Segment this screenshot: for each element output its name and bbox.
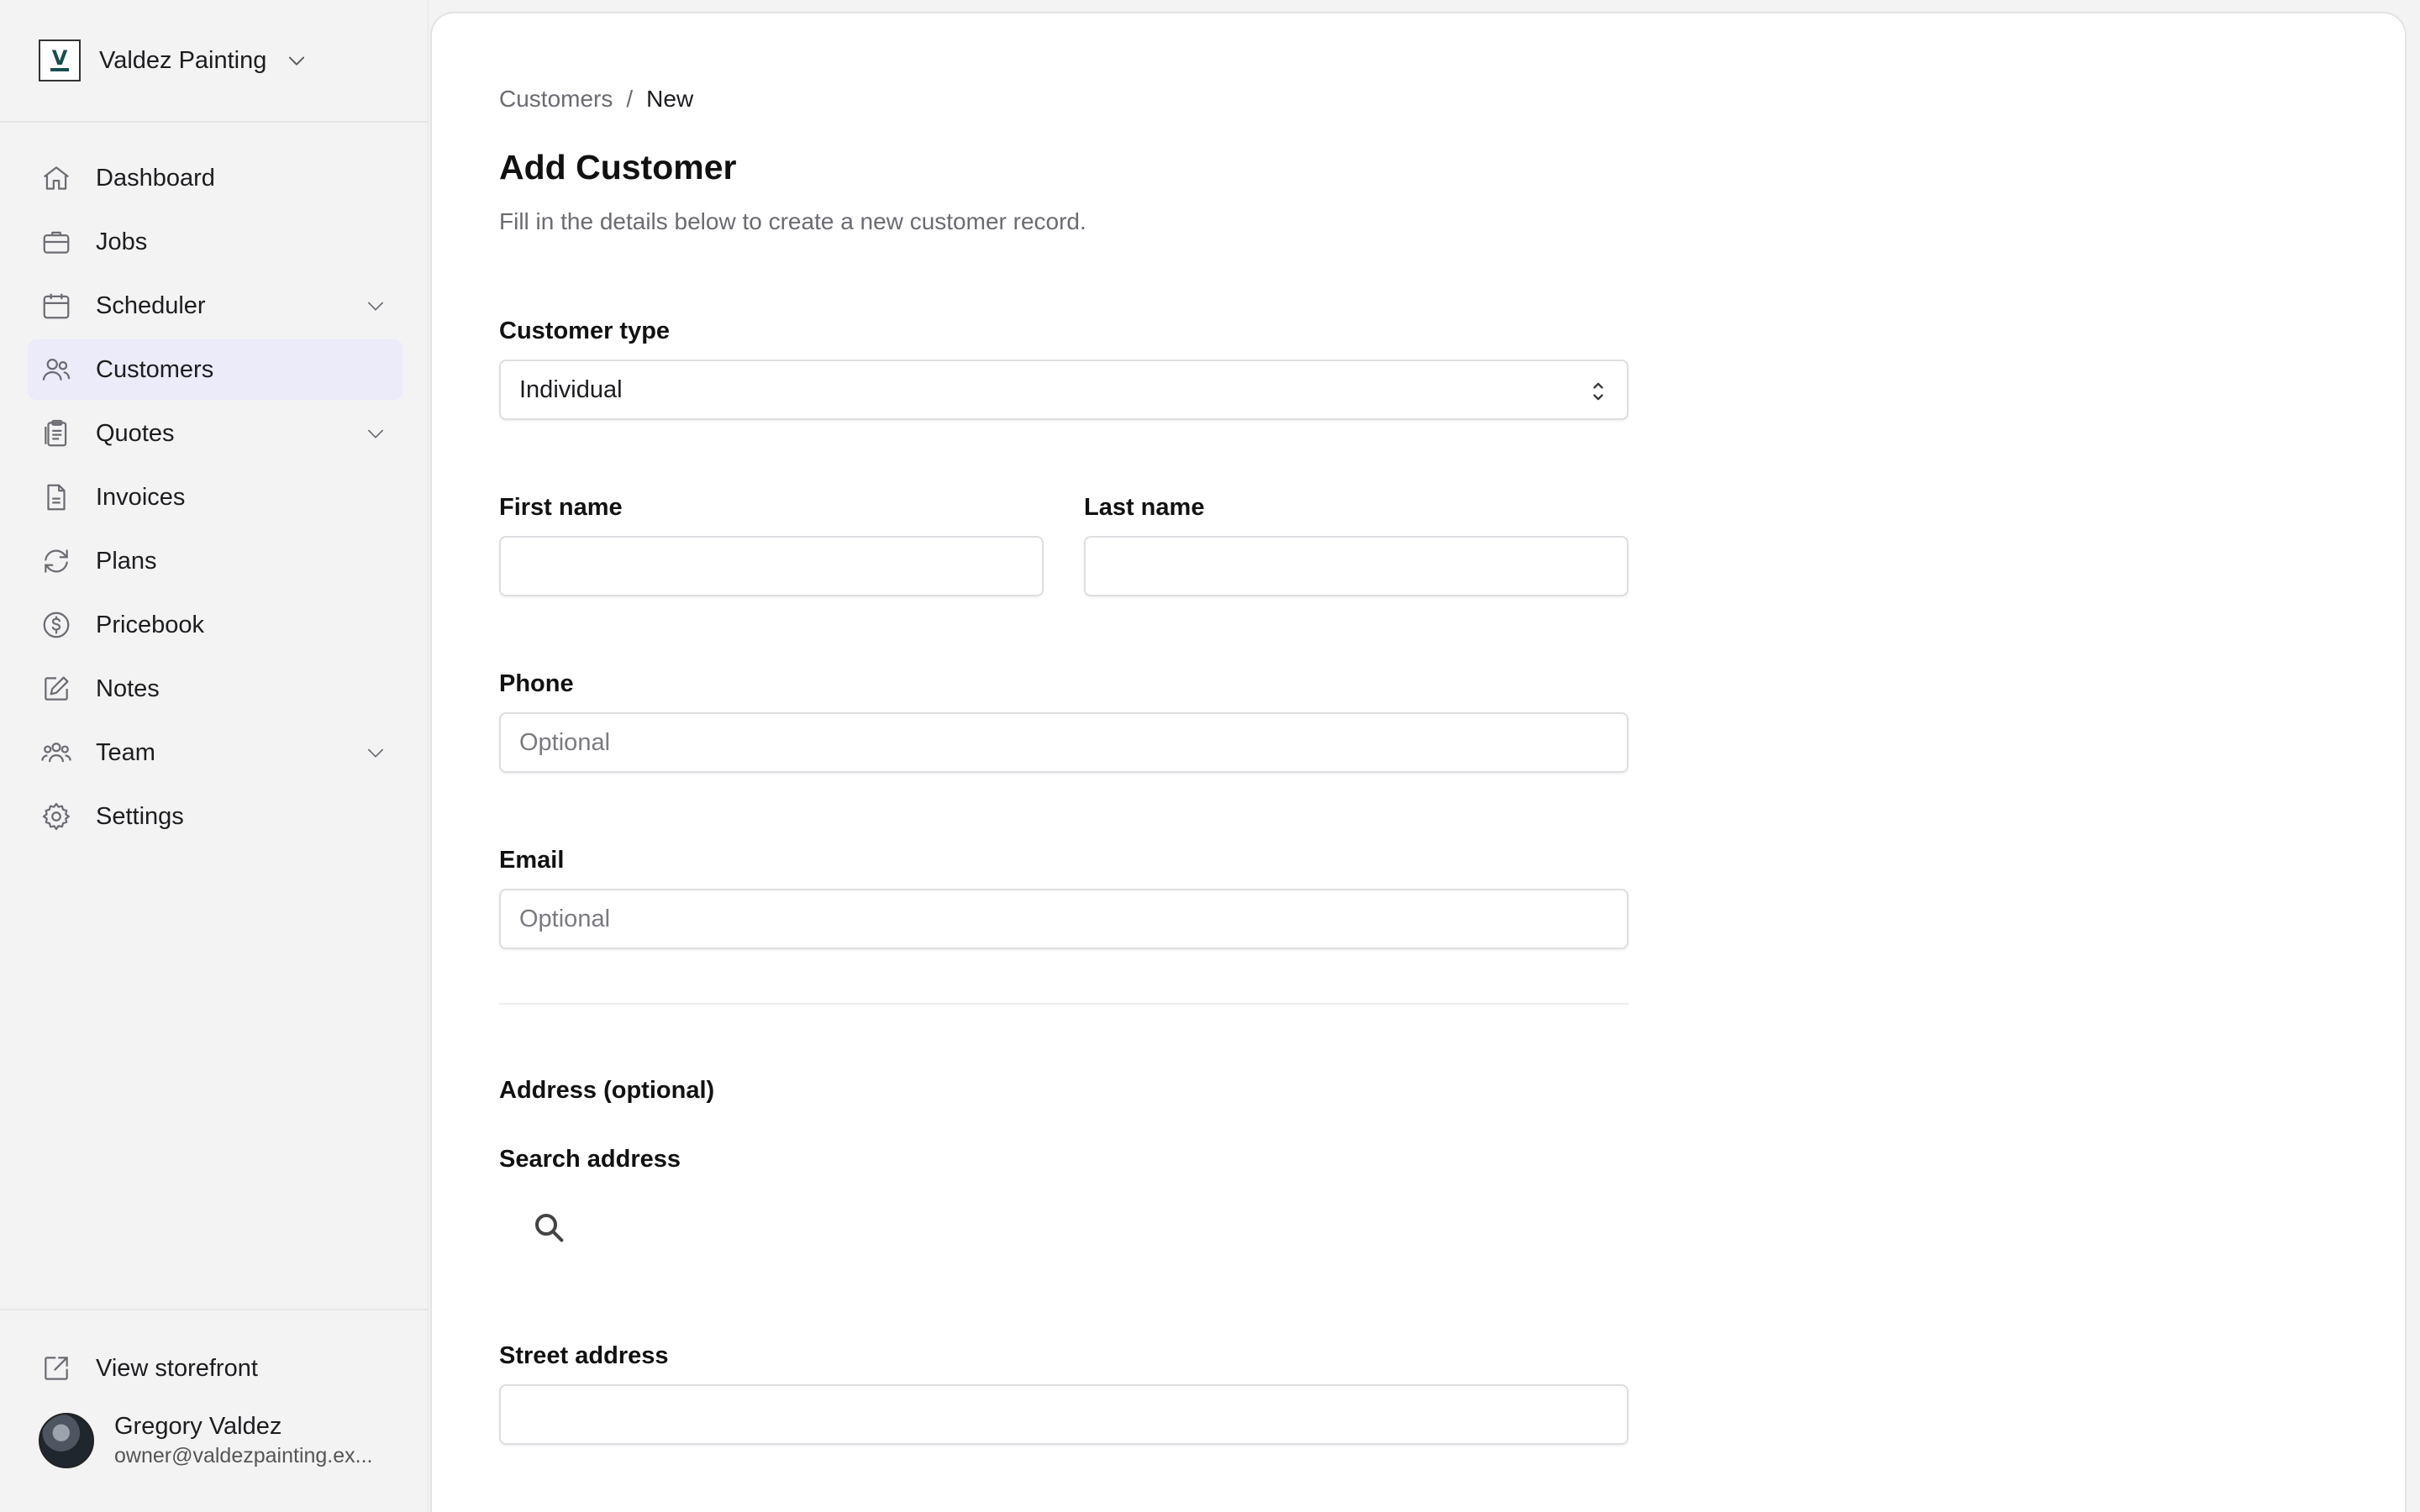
team-icon: [41, 743, 71, 763]
street-address-input[interactable]: [499, 1384, 1628, 1445]
address-section-title: Address (optional): [499, 1077, 715, 1104]
app-window: V Valdez Painting Dashboard Jobs Schedul…: [0, 0, 2420, 1512]
section-divider: [499, 1003, 1628, 1005]
user-menu[interactable]: Gregory Valdez owner@valdezpainting.ex..…: [39, 1413, 392, 1468]
sidebar-item-label: Team: [96, 738, 155, 766]
sidebar-item-invoices[interactable]: Invoices: [28, 467, 402, 528]
sidebar-item-label: Settings: [96, 802, 184, 830]
search-address-label: Search address: [499, 1146, 681, 1173]
search-address-field[interactable]: [529, 1208, 570, 1248]
sidebar-item-label: Pricebook: [96, 611, 204, 638]
chevron-down-icon[interactable]: [364, 741, 387, 764]
gear-icon: [42, 802, 70, 831]
breadcrumb-customers-link[interactable]: Customers: [499, 86, 613, 112]
view-storefront-label: View storefront: [96, 1354, 258, 1382]
user-name: Gregory Valdez: [114, 1413, 282, 1440]
customer-type-select[interactable]: Individual: [499, 360, 1628, 420]
document-icon: [47, 484, 66, 511]
sidebar-item-label: Scheduler: [96, 291, 206, 319]
breadcrumb-separator: /: [626, 86, 634, 112]
workspace-logo: V: [39, 39, 81, 81]
sidebar-item-label: Plans: [96, 547, 157, 575]
first-name-input[interactable]: [499, 536, 1044, 596]
users-icon: [42, 359, 71, 381]
email-label: Email: [499, 847, 565, 874]
customer-type-value: Individual: [519, 375, 623, 403]
page-subtitle: Fill in the details below to create a ne…: [499, 208, 1086, 234]
sidebar-item-pricebook[interactable]: Pricebook: [28, 595, 402, 655]
phone-input[interactable]: [499, 712, 1628, 773]
pencil-square-icon: [45, 676, 69, 701]
phone-label: Phone: [499, 670, 574, 697]
sidebar-item-label: Jobs: [96, 228, 148, 255]
sidebar-item-label: Dashboard: [96, 164, 215, 192]
customer-type-label: Customer type: [499, 318, 671, 344]
main-panel: Customers / New Add Customer Fill in the d…: [430, 12, 2407, 1512]
chevron-down-icon[interactable]: [364, 294, 387, 318]
street-address-label: Street address: [499, 1342, 669, 1369]
user-info: Gregory Valdez owner@valdezpainting.ex..…: [114, 1413, 392, 1468]
search-icon: [535, 1214, 564, 1242]
sidebar-item-label: Quotes: [96, 419, 175, 447]
sidebar-item-label: Invoices: [96, 483, 186, 511]
last-name-input[interactable]: [1084, 536, 1628, 596]
sidebar-item-jobs[interactable]: Jobs: [28, 212, 402, 272]
external-link-icon: [45, 1357, 68, 1380]
calendar-icon: [43, 293, 70, 319]
sidebar-item-quotes[interactable]: Quotes: [28, 403, 402, 464]
sidebar-item-team[interactable]: Team: [28, 722, 402, 783]
user-email: owner@valdezpainting.ex...: [114, 1444, 373, 1467]
avatar: [39, 1413, 94, 1468]
briefcase-icon: [43, 231, 70, 254]
email-input[interactable]: [499, 889, 1628, 949]
last-name-label: Last name: [1084, 494, 1205, 521]
sidebar-item-plans[interactable]: Plans: [28, 531, 402, 591]
breadcrumb: Customers / New: [499, 86, 693, 113]
dollar-icon: [43, 612, 70, 638]
first-name-label: First name: [499, 494, 623, 521]
sidebar-nav: Dashboard Jobs Scheduler Customers Quote…: [28, 148, 402, 850]
chevron-down-icon: [289, 56, 305, 66]
workspace-switcher[interactable]: V Valdez Painting: [0, 0, 429, 123]
chevron-updown-icon: [1593, 382, 1603, 401]
refresh-icon: [45, 549, 68, 573]
workspace-name: Valdez Painting: [99, 46, 267, 74]
view-storefront-link[interactable]: View storefront: [40, 1352, 258, 1384]
page-title: Add Customer: [499, 148, 737, 186]
breadcrumb-current: New: [646, 86, 694, 112]
home-icon: [44, 166, 69, 190]
sidebar-item-settings[interactable]: Settings: [28, 786, 402, 847]
clipboard-icon: [45, 419, 67, 447]
sidebar-footer: View storefront Gregory Valdez owner@val…: [0, 1309, 429, 1512]
sidebar: V Valdez Painting Dashboard Jobs Schedul…: [0, 0, 429, 1512]
sidebar-item-customers[interactable]: Customers: [28, 339, 402, 400]
sidebar-item-scheduler[interactable]: Scheduler: [28, 276, 402, 336]
sidebar-item-label: Customers: [96, 355, 214, 383]
sidebar-item-dashboard[interactable]: Dashboard: [28, 148, 402, 208]
sidebar-item-notes[interactable]: Notes: [28, 659, 402, 719]
chevron-down-icon[interactable]: [364, 422, 387, 445]
sidebar-item-label: Notes: [96, 675, 160, 702]
